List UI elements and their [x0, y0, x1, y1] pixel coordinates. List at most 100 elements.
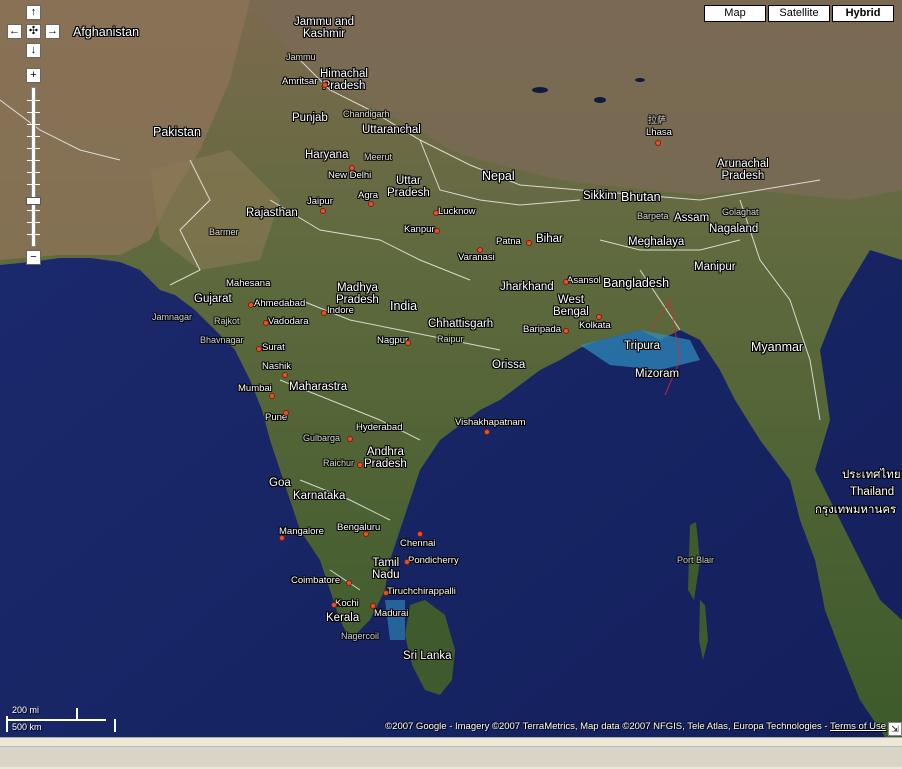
- label-goa: Goa: [269, 477, 291, 489]
- label-bangkok-native: กรุงเทพมหานคร: [815, 504, 897, 516]
- label-manipur: Manipur: [694, 261, 736, 273]
- city-marker[interactable]: [279, 535, 285, 541]
- city-marker[interactable]: [655, 140, 661, 146]
- pan-up-button[interactable]: ↑: [26, 5, 41, 20]
- label-nagaland: Nagaland: [709, 223, 759, 235]
- zoom-tick: [27, 136, 40, 137]
- label-india: India: [390, 299, 418, 313]
- zoom-slider-track[interactable]: [31, 87, 36, 247]
- label-lucknow: Lucknow: [438, 206, 476, 217]
- city-marker[interactable]: [477, 247, 483, 253]
- label-new-delhi: New Delhi: [328, 170, 372, 181]
- city-marker[interactable]: [383, 590, 389, 596]
- label-indore: Indore: [327, 305, 354, 316]
- label-uttaranchal: Uttaranchal: [362, 124, 421, 136]
- label-port-blair: Port Blair: [677, 555, 715, 565]
- label-nepal: Nepal: [482, 169, 515, 183]
- city-marker[interactable]: [347, 436, 353, 442]
- city-marker[interactable]: [563, 328, 569, 334]
- zoom-tick: [27, 172, 40, 173]
- label-bihar: Bihar: [536, 233, 563, 245]
- label-arunachal: Arunachal Pradesh: [717, 158, 769, 183]
- city-marker[interactable]: [526, 240, 532, 246]
- map-type-map-button[interactable]: Map: [704, 5, 766, 22]
- zoom-tick: [27, 160, 40, 161]
- label-orissa: Orissa: [492, 359, 526, 371]
- city-marker[interactable]: [283, 410, 289, 416]
- resize-corner-icon[interactable]: ⇲: [888, 722, 902, 736]
- label-barpeta: Barpeta: [637, 211, 669, 221]
- label-patna: Patna: [496, 236, 521, 247]
- label-afghanistan: Afghanistan: [73, 25, 140, 39]
- label-maharastra: Maharastra: [289, 381, 348, 393]
- pan-down-button[interactable]: ↓: [26, 43, 41, 58]
- city-marker[interactable]: [357, 462, 363, 468]
- city-marker[interactable]: [256, 346, 262, 352]
- label-agra: Agra: [358, 190, 379, 201]
- label-bangladesh: Bangladesh: [603, 276, 670, 290]
- label-west-bengal: West Bengal: [553, 294, 589, 319]
- zoom-in-button[interactable]: +: [26, 68, 41, 83]
- city-marker[interactable]: [320, 208, 326, 214]
- city-marker[interactable]: [263, 320, 269, 326]
- label-rajasthan: Rajasthan: [246, 207, 298, 219]
- city-marker[interactable]: [331, 602, 337, 608]
- label-jamnagar: Jamnagar: [152, 312, 193, 322]
- zoom-tick: [27, 184, 40, 185]
- zoom-tick: [27, 112, 40, 113]
- city-marker[interactable]: [563, 279, 569, 285]
- label-raipur: Raipur: [437, 334, 464, 344]
- label-jammu-kashmir: Jammu and Kashmir: [294, 16, 355, 41]
- label-meghalaya: Meghalaya: [628, 236, 685, 248]
- city-marker[interactable]: [368, 201, 374, 207]
- browser-status-bar: [0, 737, 902, 769]
- zoom-out-button[interactable]: −: [26, 250, 41, 265]
- city-marker[interactable]: [484, 429, 490, 435]
- map-type-control: Map Satellite Hybrid: [704, 5, 894, 22]
- city-marker[interactable]: [248, 302, 254, 308]
- label-baripada: Baripada: [523, 324, 562, 335]
- city-marker[interactable]: [346, 580, 352, 586]
- scale-km-label: 500 km: [12, 722, 42, 732]
- map-canvas[interactable]: Afghanistan Pakistan Jammu and Kashmir J…: [0, 0, 902, 737]
- label-tripura: Tripura: [624, 340, 660, 352]
- zoom-tick: [27, 222, 40, 223]
- city-marker[interactable]: [322, 82, 328, 88]
- label-golaghat: Golaghat: [722, 207, 759, 217]
- label-andhra-pradesh: Andhra Pradesh: [364, 446, 407, 471]
- scale-bar-line: [76, 708, 78, 719]
- label-gulbarga: Gulbarga: [303, 433, 341, 443]
- map-type-satellite-button[interactable]: Satellite: [768, 5, 830, 22]
- city-marker[interactable]: [349, 165, 355, 171]
- label-amritsar: Amritsar: [282, 76, 318, 87]
- scale-bar: 200 mi 500 km: [6, 705, 116, 733]
- city-marker[interactable]: [321, 310, 327, 316]
- label-barmer: Barmer: [209, 227, 239, 237]
- pan-right-button[interactable]: →: [45, 24, 60, 39]
- city-marker[interactable]: [363, 531, 369, 537]
- city-marker[interactable]: [405, 340, 411, 346]
- label-meerut: Meerut: [364, 152, 393, 162]
- map-type-hybrid-button[interactable]: Hybrid: [832, 5, 894, 22]
- scale-bar-line: [114, 719, 116, 732]
- label-uttar-pradesh: Uttar Pradesh: [387, 175, 430, 200]
- city-marker[interactable]: [417, 531, 423, 537]
- label-bhavnagar: Bhavnagar: [200, 335, 244, 345]
- label-ahmedabad: Ahmedabad: [254, 298, 306, 309]
- zoom-slider-thumb[interactable]: [26, 197, 41, 205]
- city-marker[interactable]: [269, 393, 275, 399]
- city-marker[interactable]: [370, 603, 376, 609]
- label-kerala: Kerala: [326, 612, 360, 624]
- pan-center-button[interactable]: ✣: [26, 24, 41, 39]
- terms-of-use-link[interactable]: Terms of Use: [830, 721, 886, 732]
- city-marker[interactable]: [404, 559, 410, 565]
- city-marker[interactable]: [434, 228, 440, 234]
- label-madurai: Madurai: [374, 608, 409, 619]
- city-marker[interactable]: [596, 314, 602, 320]
- label-rajkot: Rajkot: [214, 316, 240, 326]
- city-marker[interactable]: [433, 210, 439, 216]
- pan-left-button[interactable]: ←: [7, 24, 22, 39]
- city-marker[interactable]: [282, 372, 288, 378]
- label-gujarat: Gujarat: [194, 293, 232, 305]
- label-jaipur: Jaipur: [307, 196, 333, 207]
